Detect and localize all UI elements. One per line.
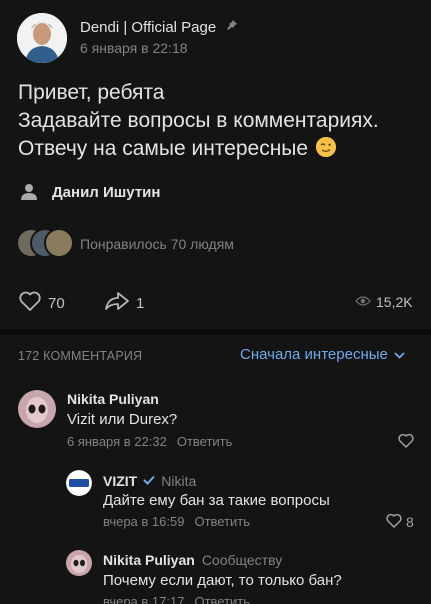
reply-header: Nikita Puliyan Сообществу	[103, 552, 282, 568]
commenter-avatar[interactable]	[18, 390, 56, 428]
commenter-avatar[interactable]	[66, 550, 92, 576]
comment-like-count: 8	[406, 514, 414, 530]
sort-dropdown[interactable]: Сначала интересные	[240, 346, 405, 363]
heart-icon	[386, 513, 402, 531]
heart-icon	[398, 433, 414, 451]
author-name[interactable]: Dendi | Official Page	[80, 19, 216, 36]
post-text-line-1: Привет, ребята	[18, 81, 165, 104]
reply-button[interactable]: Ответить	[177, 434, 233, 449]
eye-icon	[355, 294, 371, 310]
comment-date[interactable]: 6 января в 22:32	[67, 434, 167, 449]
like-count: 70	[48, 294, 65, 312]
comment-text: Почему если дают, то только бан?	[103, 572, 342, 589]
views-count: 15,2K	[376, 294, 413, 310]
signer-name[interactable]: Данил Ишутин	[52, 184, 160, 201]
comment-author[interactable]: VIZIT	[103, 473, 137, 489]
comment-author[interactable]: Nikita Puliyan	[67, 391, 159, 407]
comment-text: Vizit или Durex?	[67, 411, 178, 428]
verified-check-icon	[143, 472, 155, 490]
share-arrow-icon	[104, 290, 130, 316]
share-count: 1	[136, 294, 145, 312]
comment-author[interactable]: Nikita Puliyan	[103, 552, 195, 568]
reply-header: VIZIT Nikita	[103, 472, 196, 490]
post-date[interactable]: 6 января в 22:18	[80, 40, 188, 56]
comment-like-button[interactable]	[398, 433, 414, 451]
sort-label: Сначала интересные	[240, 346, 388, 363]
reply-to[interactable]: Nikita	[161, 473, 196, 489]
comment-text: Дайте ему бан за такие вопросы	[103, 492, 330, 509]
comment-meta: вчера в 16:59 Ответить	[103, 514, 250, 529]
vizit-logo-avatar[interactable]	[66, 470, 92, 496]
comment-meta: 6 января в 22:32 Ответить	[67, 434, 232, 449]
person-icon	[20, 183, 38, 201]
post-text-line-3: Отвечу на самые интересные	[18, 137, 309, 160]
reply-button[interactable]: Ответить	[194, 514, 250, 529]
post-text-line-2: Задавайте вопросы в комментариях.	[18, 109, 379, 132]
pin-icon	[226, 19, 238, 34]
likers-avatars[interactable]	[16, 228, 74, 260]
like-button[interactable]: 70	[18, 290, 65, 316]
liker-avatar[interactable]	[44, 228, 74, 258]
heart-icon	[18, 290, 42, 316]
comments-count: 172 КОММЕНТАРИЯ	[18, 349, 143, 363]
wink-emoji-icon	[315, 137, 336, 157]
post-text: Привет, ребята Задавайте вопросы в комме…	[18, 79, 423, 163]
share-button[interactable]: 1	[104, 290, 144, 316]
author-avatar[interactable]	[17, 13, 67, 63]
comment-meta: вчера в 17:17 Ответить	[103, 594, 250, 604]
chevron-down-icon	[394, 346, 405, 363]
likes-summary[interactable]: Понравилось 70 людям	[80, 236, 234, 252]
section-divider	[0, 329, 431, 335]
reply-to[interactable]: Сообществу	[202, 552, 282, 568]
reply-button[interactable]: Ответить	[194, 594, 250, 604]
comment-date[interactable]: вчера в 16:59	[103, 514, 184, 529]
comment-date[interactable]: вчера в 17:17	[103, 594, 184, 604]
views-counter: 15,2K	[355, 294, 413, 310]
comment-like-button[interactable]: 8	[386, 513, 414, 531]
